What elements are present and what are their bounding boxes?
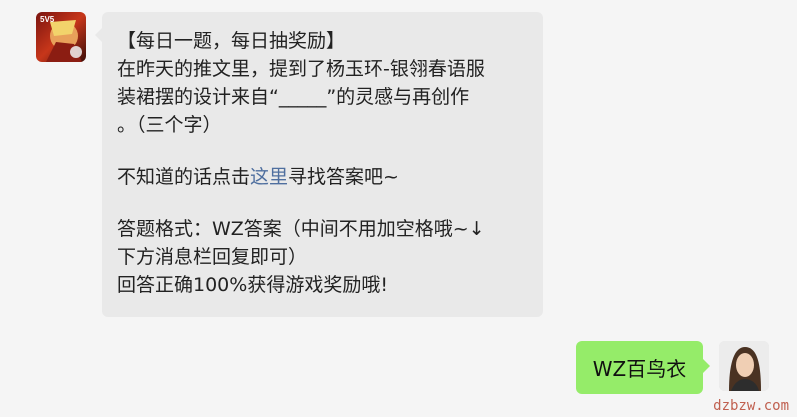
answer-link[interactable]: 这里 (250, 166, 288, 188)
reward-line: 回答正确100%获得游戏奖励哦! (117, 274, 388, 296)
message-line: 装裙摆的设计来自“_____”的灵感与再创作 (117, 86, 470, 108)
user-avatar[interactable] (719, 341, 769, 391)
hint-text: 寻找答案吧~ (288, 166, 399, 188)
hint-line: 不知道的话点击这里寻找答案吧~ (117, 163, 529, 191)
bot-avatar[interactable]: 5V5 (36, 12, 86, 62)
avatar-badge: 5V5 (40, 15, 55, 24)
message-title: 【每日一题，每日抽奖励】 (117, 30, 346, 52)
user-message-text: WZ百鸟衣 (592, 357, 687, 381)
hint-text: 不知道的话点击 (117, 166, 251, 188)
user-message-bubble: WZ百鸟衣 (576, 341, 710, 394)
user-photo-icon (719, 341, 769, 391)
format-line: 答题格式：WZ答案（中间不用加空格哦~↓ (117, 218, 485, 240)
game-logo-icon: 5V5 (36, 12, 86, 62)
message-line: 在昨天的推文里，提到了杨玉环-银翎春语服 (117, 58, 485, 80)
watermark: dzbzw.com (713, 398, 789, 414)
format-line: 下方消息栏回复即可） (117, 246, 308, 268)
message-line: 。（三个字） (117, 114, 222, 136)
bot-message-bubble: 【每日一题，每日抽奖励】 在昨天的推文里，提到了杨玉环-银翎春语服 装裙摆的设计… (95, 12, 543, 317)
